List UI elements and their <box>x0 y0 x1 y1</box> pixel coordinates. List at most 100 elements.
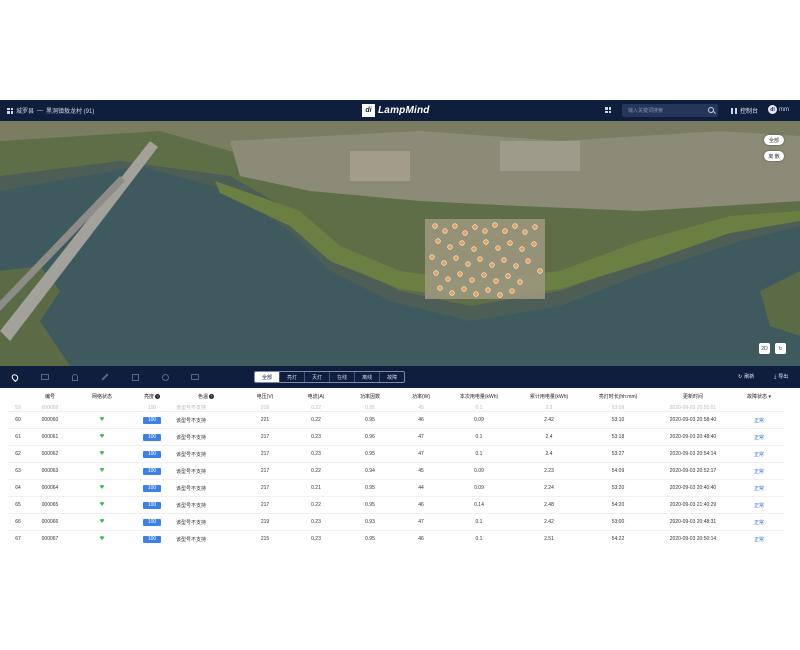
cell-lit-duration: 53:10 <box>584 411 652 429</box>
menu-grid-icon[interactable] <box>7 107 13 114</box>
fault-status-link[interactable]: 正常 <box>754 418 764 424</box>
status-filter-group: 全部 亮灯 灭灯 在线 离线 故障 <box>254 371 406 383</box>
filter-lit[interactable]: 亮灯 <box>280 372 306 382</box>
table-row[interactable]: 60 000060 100 该型号不支持 221 0.22 0.95 46 0.09 2.42 53… <box>8 411 784 429</box>
brightness-badge[interactable]: 100 <box>143 433 161 441</box>
cell-color-temp: 该型号不支持 <box>172 445 240 463</box>
cell-total-energy: 2.24 <box>514 479 584 497</box>
video-icon[interactable] <box>190 372 200 382</box>
map-canvas[interactable] <box>0 121 800 366</box>
fault-status-link[interactable]: 正常 <box>754 452 764 458</box>
nav-icons <box>10 372 200 382</box>
fault-status-link[interactable]: 正常 <box>754 520 764 526</box>
brightness-badge[interactable]: 100 <box>143 416 161 424</box>
cell-total-energy: 2.48 <box>514 496 584 514</box>
filter-off[interactable]: 灭灯 <box>305 372 331 382</box>
cell-id: 000065 <box>28 496 72 514</box>
fault-status-link[interactable]: 正常 <box>754 537 764 543</box>
cell-power: 47 <box>398 445 444 463</box>
brightness-badge[interactable]: 100 <box>143 450 161 458</box>
top-bar: 城罗县 — 黑洞镇敖龙村 (91) di LampMind 控制台 dl mm <box>0 100 800 121</box>
cell-id: 000063 <box>28 462 72 480</box>
cell-current: 0.22 <box>290 462 342 480</box>
cell-power-factor: 0.95 <box>342 411 398 429</box>
cell-brightness: 100 <box>132 462 172 480</box>
cell-id: 000061 <box>28 428 72 446</box>
globe-icon[interactable] <box>160 372 170 382</box>
filter-all[interactable]: 全部 <box>255 372 281 382</box>
wrench-icon[interactable] <box>100 372 110 382</box>
cell-total-energy: 2.4 <box>514 445 584 463</box>
help-icon[interactable]: ? <box>155 394 160 400</box>
person-icon[interactable] <box>70 372 80 382</box>
table-row[interactable]: 64 000064 100 该型号不支持 217 0.21 0.95 44 0.09 2.24 53… <box>8 479 784 497</box>
filter-offline[interactable]: 离线 <box>355 372 381 382</box>
brightness-badge[interactable]: 100 <box>143 484 161 492</box>
table-row[interactable]: 66 000066 100 该型号不支持 219 0.23 0.93 47 0.1 2.42 53:… <box>8 513 784 531</box>
rotate-map-button[interactable]: ↻ <box>775 343 786 354</box>
table-row[interactable]: 61 000061 100 该型号不支持 217 0.23 0.96 47 0.1 2.4 53:1… <box>8 428 784 446</box>
dropdown-caret-icon[interactable]: ▾ <box>768 394 771 400</box>
col-fault-status[interactable]: 故障状态 ▾ <box>734 388 784 405</box>
table-row[interactable]: 65 000065 100 该型号不支持 217 0.22 0.95 46 0.14 2.48 54… <box>8 496 784 514</box>
refresh-icon: ↻ <box>738 373 743 380</box>
cell-session-energy: 0.09 <box>444 462 514 480</box>
show-all-button[interactable]: 全部 <box>764 135 784 145</box>
cell-voltage: 217 <box>240 462 290 480</box>
table-row[interactable]: 67 000067 100 该型号不支持 215 0.23 0.95 46 0.1 2.51 54:… <box>8 530 784 548</box>
search-icon[interactable] <box>708 107 714 113</box>
control-panel-button[interactable]: 控制台 <box>731 106 758 115</box>
col-voltage: 电压(V) <box>256 394 274 400</box>
brightness-badge[interactable]: 100 <box>143 501 161 509</box>
cell-update-time: 2020-09-03 20:48:31 <box>652 513 734 531</box>
col-id: 编号 <box>44 394 55 400</box>
apps-icon[interactable] <box>605 107 611 113</box>
brightness-badge[interactable]: 100 <box>143 467 161 475</box>
search-input[interactable] <box>628 104 706 117</box>
fault-status-link[interactable]: 正常 <box>754 435 764 441</box>
cell-update-time: 2020-09-03 20:50:14 <box>652 530 734 548</box>
user-menu[interactable]: dl mm <box>768 105 789 114</box>
cell-lit-duration: 53:18 <box>584 428 652 446</box>
cell-session-energy: 0.14 <box>444 496 514 514</box>
cell-power: 44 <box>398 479 444 497</box>
export-button[interactable]: ⤓ 导出 <box>774 373 788 381</box>
wifi-icon <box>99 485 105 489</box>
cell-current: 0.23 <box>290 428 342 446</box>
fault-status-link[interactable]: 正常 <box>754 469 764 475</box>
cell-update-time: 2020-09-03 20:58:40 <box>652 411 734 429</box>
fault-status-link[interactable]: 正常 <box>754 503 764 509</box>
location-icon[interactable] <box>10 372 20 382</box>
cell-id: 000064 <box>28 479 72 497</box>
satellite-map[interactable]: 全部 离 散 2D ↻ <box>0 121 800 366</box>
cell-session-energy: 0.1 <box>444 513 514 531</box>
group-icon[interactable] <box>40 372 50 382</box>
cell-lit-duration: 53:00 <box>584 513 652 531</box>
fault-status-link[interactable]: 正常 <box>754 486 764 492</box>
control-icon <box>731 107 737 114</box>
breadcrumb-root[interactable]: 城罗县 <box>16 106 34 115</box>
cell-id: 000060 <box>28 411 72 429</box>
cell-session-energy: 0.09 <box>444 411 514 429</box>
cell-current: 0.22 <box>290 496 342 514</box>
help-icon[interactable]: ? <box>209 394 214 400</box>
brightness-badge[interactable]: 100 <box>143 535 161 543</box>
wifi-icon <box>99 451 105 455</box>
avatar: dl <box>768 105 777 114</box>
brand-name: LampMind <box>378 105 430 116</box>
cluster-toggle-button[interactable]: 离 散 <box>764 151 784 161</box>
cell-index: 60 <box>8 411 28 429</box>
cell-network <box>72 479 132 497</box>
filter-online[interactable]: 在线 <box>330 372 356 382</box>
calendar-icon[interactable] <box>130 372 140 382</box>
filter-fault[interactable]: 故障 <box>380 372 404 382</box>
brightness-badge[interactable]: 100 <box>143 518 161 526</box>
table-row[interactable]: 62 000062 100 该型号不支持 217 0.23 0.95 47 0.1 2.4 53:2… <box>8 445 784 463</box>
table-row[interactable]: 63 000063 100 该型号不支持 217 0.22 0.94 45 0.09 2.23 54… <box>8 462 784 480</box>
cell-index: 61 <box>8 428 28 446</box>
cell-network <box>72 411 132 429</box>
refresh-button[interactable]: ↻ 刷新 <box>738 373 754 381</box>
cell-total-energy: 2.42 <box>514 411 584 429</box>
cell-network <box>72 445 132 463</box>
view-2d-button[interactable]: 2D <box>759 343 770 354</box>
